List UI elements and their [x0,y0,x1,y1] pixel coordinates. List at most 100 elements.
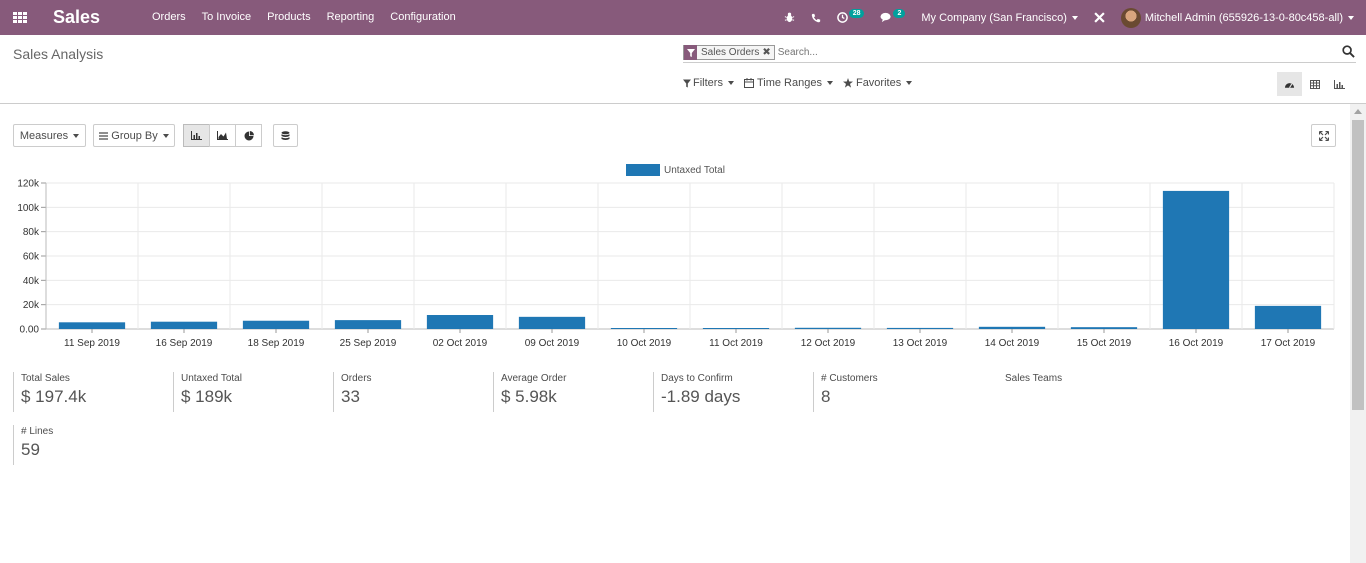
scroll-up-icon[interactable] [1354,109,1362,114]
close-icon[interactable] [1086,0,1113,35]
kpi-label: Untaxed Total [181,373,242,384]
menu-products[interactable]: Products [259,0,318,35]
user-menu[interactable]: Mitchell Admin (655926-13-0-80c458-all) [1113,0,1366,35]
chart-bar [58,322,126,329]
star-icon [842,78,853,88]
clock-icon [836,12,848,23]
fullscreen-button[interactable] [1311,124,1336,147]
messages-count-badge: 2 [893,9,906,18]
pie-chart-button[interactable] [235,124,262,147]
company-name: My Company (San Francisco) [921,11,1067,24]
chevron-down-icon [1071,15,1078,20]
y-tick-label: 80k [23,227,40,238]
kpi-label: Average Order [501,373,567,384]
kpi-average-order[interactable]: Average Order $ 5.98k [493,372,566,412]
y-tick-label: 20k [23,300,40,311]
favorites-label: Favorites [855,77,902,89]
bar-chart-button[interactable] [183,124,210,147]
systray: 28 2 My Company (San Francisco) Mitchell… [776,0,1366,35]
menu-orders[interactable]: Orders [144,0,194,35]
search-facet[interactable]: Sales Orders ✖ [683,45,775,60]
x-tick-label: 17 Oct 2019 [1261,338,1316,349]
messaging-menu[interactable]: 2 [872,0,913,35]
kpi-value: -1.89 days [661,387,741,406]
kpi-untaxed-total[interactable]: Untaxed Total $ 189k [173,372,242,412]
facet-remove-icon[interactable]: ✖ [762,47,773,58]
measures-label: Measures [19,129,69,142]
chevron-down-icon [162,133,169,138]
kpi-label: Sales Teams [1005,373,1063,384]
menu-to-invoice[interactable]: To Invoice [194,0,260,35]
kpi-label: # Customers [821,373,878,384]
kpi-value: $ 5.98k [501,387,557,406]
x-tick-label: 16 Sep 2019 [156,338,213,349]
y-tick-label: 40k [23,276,40,287]
kpi-total-sales[interactable]: Total Sales $ 197.4k [13,372,86,412]
chart-bar [702,328,770,329]
x-tick-label: 09 Oct 2019 [525,338,580,349]
search-options: Filters Time Ranges Favorites [683,77,922,89]
stacked-toggle-button[interactable] [273,124,298,147]
bars-icon [99,131,109,140]
search-input[interactable] [777,47,1318,58]
x-tick-label: 14 Oct 2019 [985,338,1040,349]
scrollbar-thumb[interactable] [1352,120,1364,410]
x-tick-label: 12 Oct 2019 [801,338,856,349]
kpi-orders[interactable]: Orders 33 [333,372,372,412]
y-tick-label: 0.00 [20,325,40,336]
menu-reporting[interactable]: Reporting [319,0,383,35]
kpi-lines[interactable]: # Lines 59 [13,425,53,465]
apps-menu-icon[interactable] [0,0,40,35]
x-tick-label: 25 Sep 2019 [340,338,397,349]
chart-bar [1070,327,1138,329]
chevron-down-icon [727,81,734,85]
company-switcher[interactable]: My Company (San Francisco) [913,0,1086,35]
kpi-days-to-confirm[interactable]: Days to Confirm -1.89 days [653,372,740,412]
kpi-sales-teams[interactable]: Sales Teams [997,372,1062,412]
area-chart-icon [217,131,228,140]
bar-chart: 0.00 20k 40k 60k 80k 100k 120k 11 Sep 2019 16 Se… [17,179,1335,349]
chevron-down-icon [1348,15,1354,20]
y-tick-label: 120k [17,179,40,190]
pivot-view-icon[interactable] [1302,72,1327,96]
chart-bar [610,328,678,329]
view-switcher [1277,72,1352,96]
favorites-dropdown[interactable]: Favorites [842,77,913,89]
x-tick-label: 02 Oct 2019 [433,338,488,349]
chart-bar [426,315,494,329]
group-by-label: Group By [111,129,158,142]
y-tick-label: 100k [17,203,40,214]
chevron-down-icon [826,81,833,85]
calendar-icon [743,78,754,88]
user-name: Mitchell Admin (655926-13-0-80c458-all) [1144,11,1343,24]
filter-icon [683,79,691,87]
scrollbar[interactable] [1350,104,1366,563]
debug-bug-icon[interactable] [776,0,803,35]
chart-bar [518,316,586,329]
chart-bar [242,320,310,329]
kpi-customers[interactable]: # Customers 8 [813,372,878,412]
phone-icon[interactable] [803,0,829,35]
graph-view-icon[interactable] [1327,72,1352,96]
time-ranges-label: Time Ranges [756,77,822,89]
y-tick-label: 60k [23,252,40,263]
dashboard-view-icon[interactable] [1277,72,1302,96]
search-icon[interactable] [1342,45,1356,59]
menu-configuration[interactable]: Configuration [382,0,463,35]
app-brand[interactable]: Sales [53,7,133,28]
top-navbar: Sales Orders To Invoice Products Reporti… [0,0,1366,35]
measures-dropdown[interactable]: Measures [13,124,86,147]
time-ranges-dropdown[interactable]: Time Ranges [743,77,833,89]
chart-bar [150,321,218,329]
activity-menu[interactable]: 28 [829,0,873,35]
chart-bar [1254,305,1322,329]
filters-dropdown[interactable]: Filters [683,77,734,89]
chevron-down-icon [73,133,80,138]
avatar [1120,7,1141,28]
x-tick-label: 18 Sep 2019 [248,338,305,349]
activity-count-badge: 28 [848,9,865,18]
line-chart-button[interactable] [209,124,236,147]
expand-icon [1318,130,1329,141]
group-by-dropdown[interactable]: Group By [93,124,175,147]
filter-icon [684,45,697,60]
